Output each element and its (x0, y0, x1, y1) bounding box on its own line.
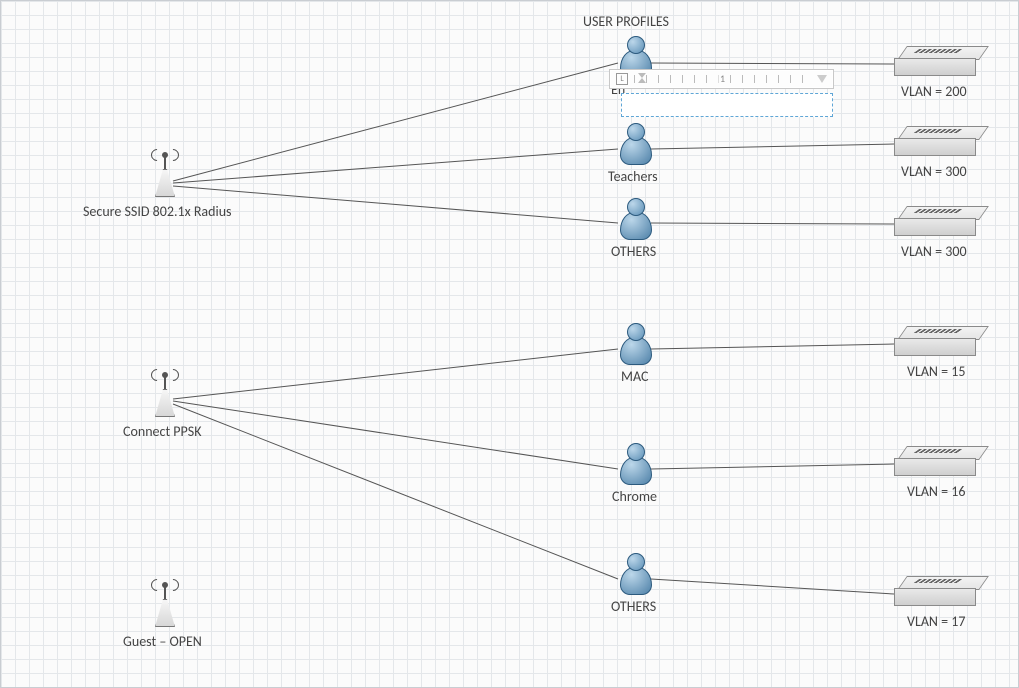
switch-vlan16-icon[interactable] (894, 446, 982, 478)
diagram-canvas[interactable]: USER PROFILES Secure SSID 802.1x Radius … (0, 0, 1019, 688)
ap-guest-icon[interactable] (147, 581, 183, 631)
ap-connect-icon[interactable] (147, 371, 183, 421)
tab-stop-icon[interactable]: L (616, 73, 628, 85)
user-others1-icon[interactable] (618, 198, 652, 240)
user-mac-icon[interactable] (618, 323, 652, 365)
text-edit-box[interactable] (621, 93, 833, 117)
vlan200-label: VLAN = 200 (901, 83, 967, 100)
vlan300b-label: VLAN = 300 (901, 243, 967, 260)
switch-vlan200-icon[interactable] (894, 46, 982, 78)
ruler-number: 1 (718, 72, 727, 85)
text-ruler[interactable]: L 1 (609, 69, 834, 89)
user-profiles-header: USER PROFILES (583, 13, 669, 30)
right-indent-icon[interactable] (817, 75, 827, 83)
ap-connect-label: Connect PPSK (123, 423, 201, 440)
ap-guest-label: Guest – OPEN (123, 633, 202, 650)
user-chrome-label: Chrome (612, 488, 657, 505)
user-others1-label: OTHERS (611, 243, 656, 260)
switch-vlan300b-icon[interactable] (894, 206, 982, 238)
user-teachers-icon[interactable] (618, 123, 652, 165)
vlan17-label: VLAN = 17 (907, 613, 965, 630)
user-teachers-label: Teachers (608, 168, 658, 185)
ap-secure-label: Secure SSID 802.1x Radius (83, 203, 232, 220)
switch-vlan300a-icon[interactable] (894, 126, 982, 158)
user-chrome-icon[interactable] (618, 443, 652, 485)
ruler-marks: 1 (634, 75, 811, 83)
switch-vlan15-icon[interactable] (894, 326, 982, 358)
switch-vlan17-icon[interactable] (894, 576, 982, 608)
user-others2-icon[interactable] (618, 553, 652, 595)
vlan15-label: VLAN = 15 (907, 363, 965, 380)
vlan16-label: VLAN = 16 (907, 483, 965, 500)
user-mac-label: MAC (621, 368, 648, 385)
ap-secure-icon[interactable] (147, 151, 183, 201)
user-others2-label: OTHERS (611, 598, 656, 615)
vlan300a-label: VLAN = 300 (901, 163, 967, 180)
